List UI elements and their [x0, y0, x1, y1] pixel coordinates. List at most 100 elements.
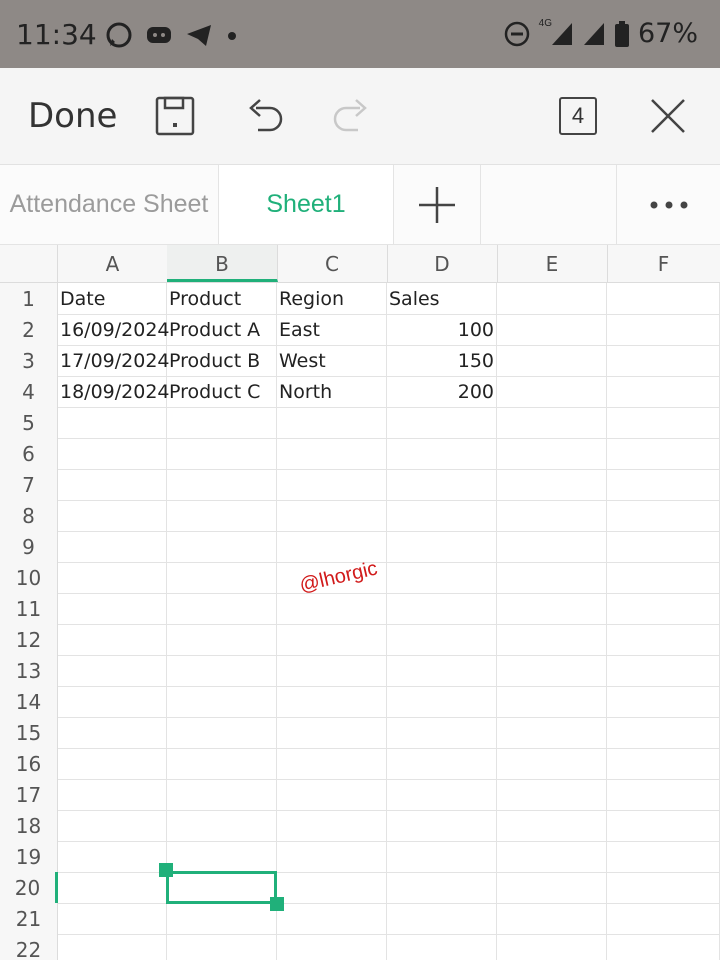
- row-header[interactable]: 10: [0, 562, 58, 593]
- row-header[interactable]: 8: [0, 500, 58, 531]
- cell-e4[interactable]: [497, 376, 607, 407]
- cell-e18[interactable]: [497, 810, 607, 841]
- selection-handle-start[interactable]: [159, 863, 173, 877]
- cell-f16[interactable]: [607, 748, 720, 779]
- cell-b3[interactable]: Product B: [167, 345, 277, 376]
- cell-a14[interactable]: [58, 686, 167, 717]
- selection-handle-end[interactable]: [270, 897, 284, 911]
- cell-b15[interactable]: [167, 717, 277, 748]
- cell-d14[interactable]: [387, 686, 497, 717]
- cell-e6[interactable]: [497, 438, 607, 469]
- cell-a10[interactable]: [58, 562, 167, 593]
- cell-a7[interactable]: [58, 469, 167, 500]
- row-header[interactable]: 7: [0, 469, 58, 500]
- cell-f20[interactable]: [607, 872, 720, 903]
- cell-a11[interactable]: [58, 593, 167, 624]
- cell-c22[interactable]: [277, 934, 387, 960]
- cell-a22[interactable]: [58, 934, 167, 960]
- cell-f12[interactable]: [607, 624, 720, 655]
- cell-a5[interactable]: [58, 407, 167, 438]
- cell-f10[interactable]: [607, 562, 720, 593]
- cell-b16[interactable]: [167, 748, 277, 779]
- row-header[interactable]: 19: [0, 841, 58, 872]
- cell-b21[interactable]: [167, 903, 277, 934]
- cell-f13[interactable]: [607, 655, 720, 686]
- column-header-b[interactable]: B: [167, 245, 278, 282]
- cell-d4[interactable]: 200: [387, 376, 497, 407]
- cell-b7[interactable]: [167, 469, 277, 500]
- cell-e20[interactable]: [497, 872, 607, 903]
- cell-c16[interactable]: [277, 748, 387, 779]
- cell-e3[interactable]: [497, 345, 607, 376]
- row-header[interactable]: 17: [0, 779, 58, 810]
- cell-d3[interactable]: 150: [387, 345, 497, 376]
- cell-c1[interactable]: Region: [277, 283, 387, 314]
- cell-c13[interactable]: [277, 655, 387, 686]
- cell-a6[interactable]: [58, 438, 167, 469]
- cell-a9[interactable]: [58, 531, 167, 562]
- cell-d12[interactable]: [387, 624, 497, 655]
- cell-f3[interactable]: [607, 345, 720, 376]
- row-header[interactable]: 11: [0, 593, 58, 624]
- tab-sheet1[interactable]: Sheet1: [219, 165, 394, 244]
- cell-e17[interactable]: [497, 779, 607, 810]
- close-button[interactable]: [646, 94, 690, 138]
- save-button[interactable]: [153, 94, 197, 138]
- cell-f7[interactable]: [607, 469, 720, 500]
- cell-a19[interactable]: [58, 841, 167, 872]
- cell-b9[interactable]: [167, 531, 277, 562]
- cell-e16[interactable]: [497, 748, 607, 779]
- cell-e21[interactable]: [497, 903, 607, 934]
- cell-d16[interactable]: [387, 748, 497, 779]
- row-header[interactable]: 14: [0, 686, 58, 717]
- cell-c2[interactable]: East: [277, 314, 387, 345]
- cell-c6[interactable]: [277, 438, 387, 469]
- cell-b11[interactable]: [167, 593, 277, 624]
- row-header[interactable]: 12: [0, 624, 58, 655]
- cell-b5[interactable]: [167, 407, 277, 438]
- cell-a1[interactable]: Date: [58, 283, 167, 314]
- cell-a21[interactable]: [58, 903, 167, 934]
- cell-d5[interactable]: [387, 407, 497, 438]
- cell-e12[interactable]: [497, 624, 607, 655]
- cell-b1[interactable]: Product: [167, 283, 277, 314]
- column-header-e[interactable]: E: [497, 245, 608, 282]
- cell-d2[interactable]: 100: [387, 314, 497, 345]
- add-sheet-button[interactable]: [394, 165, 481, 244]
- cell-d1[interactable]: Sales: [387, 283, 497, 314]
- cell-d8[interactable]: [387, 500, 497, 531]
- column-header-f[interactable]: F: [607, 245, 720, 282]
- cell-d9[interactable]: [387, 531, 497, 562]
- row-header[interactable]: 6: [0, 438, 58, 469]
- sheet-count-button[interactable]: 4: [559, 94, 603, 138]
- cell-e15[interactable]: [497, 717, 607, 748]
- cell-b18[interactable]: [167, 810, 277, 841]
- select-all-corner[interactable]: [0, 245, 58, 282]
- cell-f21[interactable]: [607, 903, 720, 934]
- cell-c15[interactable]: [277, 717, 387, 748]
- cell-f9[interactable]: [607, 531, 720, 562]
- row-header[interactable]: 21: [0, 903, 58, 934]
- cell-c4[interactable]: North: [277, 376, 387, 407]
- cell-b10[interactable]: [167, 562, 277, 593]
- cell-f17[interactable]: [607, 779, 720, 810]
- cell-c18[interactable]: [277, 810, 387, 841]
- cell-f18[interactable]: [607, 810, 720, 841]
- cell-b17[interactable]: [167, 779, 277, 810]
- cell-f14[interactable]: [607, 686, 720, 717]
- cell-d18[interactable]: [387, 810, 497, 841]
- cell-a8[interactable]: [58, 500, 167, 531]
- cell-b22[interactable]: [167, 934, 277, 960]
- cell-d19[interactable]: [387, 841, 497, 872]
- cell-f15[interactable]: [607, 717, 720, 748]
- cell-e2[interactable]: [497, 314, 607, 345]
- cell-c20[interactable]: [277, 872, 387, 903]
- row-header[interactable]: 1: [0, 283, 58, 314]
- row-header[interactable]: 13: [0, 655, 58, 686]
- cell-c8[interactable]: [277, 500, 387, 531]
- cell-d20[interactable]: [387, 872, 497, 903]
- cell-a13[interactable]: [58, 655, 167, 686]
- cell-e13[interactable]: [497, 655, 607, 686]
- cell-e14[interactable]: [497, 686, 607, 717]
- cell-b4[interactable]: Product C: [167, 376, 277, 407]
